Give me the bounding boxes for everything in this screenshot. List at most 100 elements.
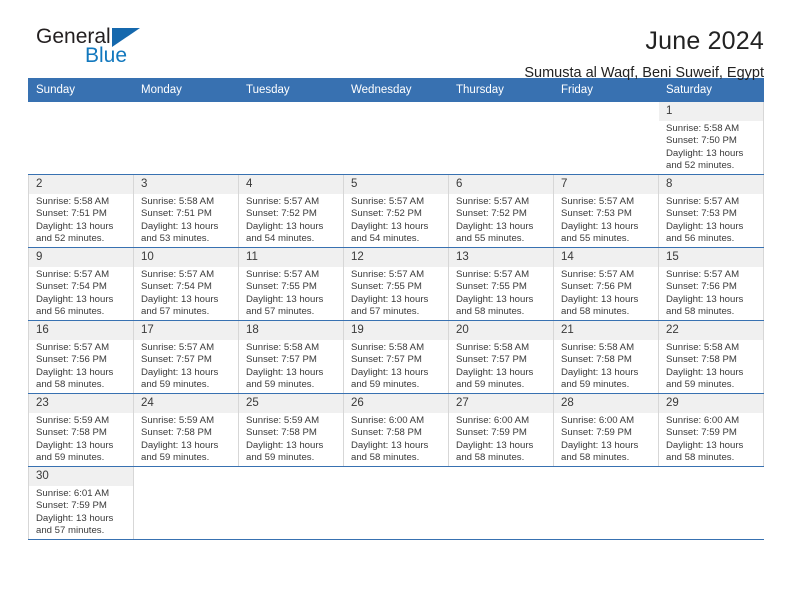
day-cell-inner: 10 Sunrise: 5:57 AM Sunset: 7:54 PM Dayligh… xyxy=(134,248,238,320)
sunset-time: Sunset: 7:56 PM xyxy=(561,281,632,293)
day-sun-info: Sunrise: 5:58 AM Sunset: 7:58 PM Daylight:… xyxy=(659,340,763,391)
calendar-day-cell[interactable]: 25 Sunrise: 5:59 AM Sunset: 7:58 PM Dayligh… xyxy=(238,393,344,467)
sunrise-time: Sunrise: 6:00 AM xyxy=(666,415,740,426)
sunset-time: Sunset: 7:50 PM xyxy=(666,135,737,147)
calendar-day-cell[interactable]: 29 Sunrise: 6:00 AM Sunset: 7:59 PM Dayligh… xyxy=(658,393,764,467)
sunrise-time: Sunrise: 5:58 AM xyxy=(666,123,740,134)
calendar-day-cell[interactable]: 30 Sunrise: 6:01 AM Sunset: 7:59 PM Dayligh… xyxy=(28,466,134,540)
calendar-day-cell[interactable]: 8 Sunrise: 5:57 AM Sunset: 7:53 PM Daylight… xyxy=(658,174,764,248)
day-sun-info: Sunrise: 6:01 AM Sunset: 7:59 PM Daylight:… xyxy=(29,486,133,537)
daylight-duration-line1: Daylight: 13 hours xyxy=(561,366,639,378)
sunrise-time: Sunrise: 5:57 AM xyxy=(246,269,320,280)
calendar-day-cell[interactable]: 24 Sunrise: 5:59 AM Sunset: 7:58 PM Dayligh… xyxy=(133,393,239,467)
sunset-time: Sunset: 7:59 PM xyxy=(36,500,107,512)
sunset-time: Sunset: 7:58 PM xyxy=(36,427,107,439)
daylight-duration-line2: and 59 minutes. xyxy=(246,451,315,463)
calendar-day-cell[interactable]: 3 Sunrise: 5:58 AM Sunset: 7:51 PM Daylight… xyxy=(133,174,239,248)
sunrise-time: Sunrise: 5:58 AM xyxy=(561,342,635,353)
calendar-day-cell[interactable]: 22 Sunrise: 5:58 AM Sunset: 7:58 PM Dayligh… xyxy=(658,320,764,394)
calendar-day-cell-empty xyxy=(658,466,764,540)
sunrise-time: Sunrise: 5:57 AM xyxy=(36,269,110,280)
calendar-week-row: 30 Sunrise: 6:01 AM Sunset: 7:59 PM Dayligh… xyxy=(28,466,764,540)
day-sun-info: Sunrise: 6:00 AM Sunset: 7:59 PM Daylight:… xyxy=(449,413,553,464)
sunset-time: Sunset: 7:58 PM xyxy=(246,427,317,439)
day-sun-info: Sunrise: 5:57 AM Sunset: 7:54 PM Daylight:… xyxy=(134,267,238,318)
day-cell-inner: 7 Sunrise: 5:57 AM Sunset: 7:53 PM Daylight… xyxy=(554,175,658,247)
day-sun-info: Sunrise: 5:59 AM Sunset: 7:58 PM Daylight:… xyxy=(134,413,238,464)
day-sun-info: Sunrise: 5:57 AM Sunset: 7:52 PM Daylight:… xyxy=(239,194,343,245)
daylight-duration-line1: Daylight: 13 hours xyxy=(456,293,534,305)
day-number: 2 xyxy=(29,175,133,194)
calendar-day-cell[interactable]: 28 Sunrise: 6:00 AM Sunset: 7:59 PM Dayligh… xyxy=(553,393,659,467)
calendar-day-cell[interactable]: 7 Sunrise: 5:57 AM Sunset: 7:53 PM Daylight… xyxy=(553,174,659,248)
sunset-time: Sunset: 7:52 PM xyxy=(351,208,422,220)
daylight-duration-line1: Daylight: 13 hours xyxy=(561,439,639,451)
calendar-day-cell[interactable]: 4 Sunrise: 5:57 AM Sunset: 7:52 PM Daylight… xyxy=(238,174,344,248)
day-number: 15 xyxy=(659,248,763,267)
day-sun-info: Sunrise: 5:57 AM Sunset: 7:55 PM Daylight:… xyxy=(344,267,448,318)
calendar-day-cell[interactable]: 19 Sunrise: 5:58 AM Sunset: 7:57 PM Dayligh… xyxy=(343,320,449,394)
calendar-day-cell-empty xyxy=(238,101,344,175)
day-cell-inner: 2 Sunrise: 5:58 AM Sunset: 7:51 PM Daylight… xyxy=(29,175,133,247)
calendar-day-cell[interactable]: 18 Sunrise: 5:58 AM Sunset: 7:57 PM Dayligh… xyxy=(238,320,344,394)
sunset-time: Sunset: 7:57 PM xyxy=(456,354,527,366)
daylight-duration-line1: Daylight: 13 hours xyxy=(351,439,429,451)
sunrise-time: Sunrise: 6:00 AM xyxy=(351,415,425,426)
calendar-day-cell[interactable]: 20 Sunrise: 5:58 AM Sunset: 7:57 PM Dayligh… xyxy=(448,320,554,394)
calendar-day-cell[interactable]: 26 Sunrise: 6:00 AM Sunset: 7:58 PM Dayligh… xyxy=(343,393,449,467)
sunrise-time: Sunrise: 6:00 AM xyxy=(456,415,530,426)
sunrise-time: Sunrise: 5:57 AM xyxy=(456,196,530,207)
daylight-duration-line2: and 58 minutes. xyxy=(666,451,735,463)
sunrise-time: Sunrise: 5:59 AM xyxy=(246,415,320,426)
daylight-duration-line1: Daylight: 13 hours xyxy=(561,293,639,305)
calendar-day-cell[interactable]: 27 Sunrise: 6:00 AM Sunset: 7:59 PM Dayligh… xyxy=(448,393,554,467)
calendar-day-cell[interactable]: 5 Sunrise: 5:57 AM Sunset: 7:52 PM Daylight… xyxy=(343,174,449,248)
calendar-day-cell-empty xyxy=(553,101,659,175)
daylight-duration-line2: and 57 minutes. xyxy=(246,305,315,317)
calendar-day-cell[interactable]: 13 Sunrise: 5:57 AM Sunset: 7:55 PM Dayligh… xyxy=(448,247,554,321)
daylight-duration-line2: and 58 minutes. xyxy=(561,451,630,463)
calendar-day-cell[interactable]: 1 Sunrise: 5:58 AM Sunset: 7:50 PM Daylight… xyxy=(658,101,764,175)
calendar-day-cell[interactable]: 15 Sunrise: 5:57 AM Sunset: 7:56 PM Dayligh… xyxy=(658,247,764,321)
calendar-day-cell[interactable]: 10 Sunrise: 5:57 AM Sunset: 7:54 PM Dayligh… xyxy=(133,247,239,321)
day-sun-info: Sunrise: 5:58 AM Sunset: 7:51 PM Daylight:… xyxy=(134,194,238,245)
daylight-duration-line2: and 58 minutes. xyxy=(351,451,420,463)
calendar-day-cell[interactable]: 6 Sunrise: 5:57 AM Sunset: 7:52 PM Daylight… xyxy=(448,174,554,248)
sunrise-time: Sunrise: 5:58 AM xyxy=(246,342,320,353)
sunset-time: Sunset: 7:58 PM xyxy=(141,427,212,439)
day-cell-inner: 12 Sunrise: 5:57 AM Sunset: 7:55 PM Dayligh… xyxy=(344,248,448,320)
page-subtitle: Sumusta al Waqf, Beni Suweif, Egypt xyxy=(524,65,764,81)
calendar-day-cell[interactable]: 17 Sunrise: 5:57 AM Sunset: 7:57 PM Dayligh… xyxy=(133,320,239,394)
calendar-day-cell[interactable]: 14 Sunrise: 5:57 AM Sunset: 7:56 PM Dayligh… xyxy=(553,247,659,321)
daylight-duration-line2: and 59 minutes. xyxy=(561,378,630,390)
daylight-duration-line1: Daylight: 13 hours xyxy=(141,220,219,232)
day-number: 1 xyxy=(659,102,763,121)
calendar-day-cell[interactable]: 16 Sunrise: 5:57 AM Sunset: 7:56 PM Dayligh… xyxy=(28,320,134,394)
day-number: 20 xyxy=(449,321,553,340)
day-number: 7 xyxy=(554,175,658,194)
page-header: General Blue June 2024 Sumusta al Waqf, … xyxy=(28,0,764,82)
day-number: 8 xyxy=(659,175,763,194)
daylight-duration-line1: Daylight: 13 hours xyxy=(246,439,324,451)
daylight-duration-line1: Daylight: 13 hours xyxy=(351,293,429,305)
daylight-duration-line2: and 59 minutes. xyxy=(456,378,525,390)
calendar-day-cell[interactable]: 12 Sunrise: 5:57 AM Sunset: 7:55 PM Dayligh… xyxy=(343,247,449,321)
calendar-day-cell[interactable]: 11 Sunrise: 5:57 AM Sunset: 7:55 PM Dayligh… xyxy=(238,247,344,321)
calendar-day-cell[interactable]: 2 Sunrise: 5:58 AM Sunset: 7:51 PM Daylight… xyxy=(28,174,134,248)
calendar-day-cell[interactable]: 9 Sunrise: 5:57 AM Sunset: 7:54 PM Daylight… xyxy=(28,247,134,321)
daylight-duration-line2: and 59 minutes. xyxy=(141,378,210,390)
calendar-day-cell-empty xyxy=(343,101,449,175)
day-cell-inner: 9 Sunrise: 5:57 AM Sunset: 7:54 PM Daylight… xyxy=(29,248,133,320)
day-sun-info: Sunrise: 5:58 AM Sunset: 7:57 PM Daylight:… xyxy=(449,340,553,391)
sunrise-time: Sunrise: 5:58 AM xyxy=(666,342,740,353)
calendar-day-cell-empty xyxy=(448,101,554,175)
sunrise-time: Sunrise: 5:57 AM xyxy=(666,269,740,280)
calendar-day-cell[interactable]: 23 Sunrise: 5:59 AM Sunset: 7:58 PM Dayligh… xyxy=(28,393,134,467)
daylight-duration-line2: and 54 minutes. xyxy=(351,232,420,244)
calendar-week-row: 1 Sunrise: 5:58 AM Sunset: 7:50 PM Daylight… xyxy=(28,101,764,175)
daylight-duration-line2: and 58 minutes. xyxy=(561,305,630,317)
daylight-duration-line1: Daylight: 13 hours xyxy=(666,220,744,232)
calendar-day-cell[interactable]: 21 Sunrise: 5:58 AM Sunset: 7:58 PM Dayligh… xyxy=(553,320,659,394)
daylight-duration-line1: Daylight: 13 hours xyxy=(561,220,639,232)
day-number: 18 xyxy=(239,321,343,340)
